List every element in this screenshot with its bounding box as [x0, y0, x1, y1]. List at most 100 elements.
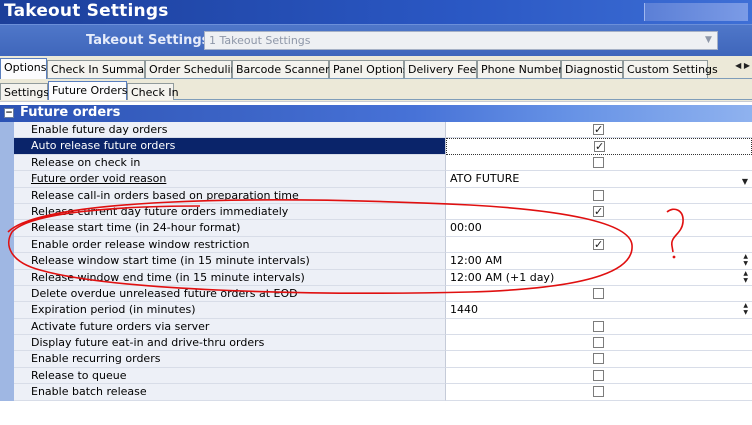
settings-selector-combo[interactable]: 1 Takeout Settings ▼: [204, 31, 718, 50]
property-row[interactable]: Enable future day orders: [0, 122, 752, 139]
property-value[interactable]: [446, 367, 752, 385]
property-row[interactable]: Release on check in: [0, 154, 752, 172]
row-gutter: [0, 285, 14, 303]
checkbox-unchecked[interactable]: [593, 353, 604, 365]
property-value[interactable]: [446, 203, 752, 221]
property-value[interactable]: 12:00 AM ▲ ▼: [446, 253, 752, 270]
property-label[interactable]: Release call-in orders based on preparat…: [14, 187, 446, 204]
property-label-text: Activate future orders via server: [31, 319, 210, 333]
property-row[interactable]: Enable recurring orders: [0, 351, 752, 368]
property-value[interactable]: ATO FUTURE ▼: [446, 171, 752, 188]
property-label-text: Delete overdue unreleased future orders …: [31, 286, 298, 300]
tab-check-in-summary[interactable]: Check In Summary: [47, 60, 155, 78]
subtab-future-orders[interactable]: Future Orders: [48, 81, 128, 100]
property-label[interactable]: Enable order release window restriction: [14, 236, 446, 254]
row-gutter: [0, 220, 14, 237]
property-label[interactable]: Enable batch release: [14, 384, 446, 401]
group-header[interactable]: − Future orders: [0, 105, 752, 122]
property-label[interactable]: Release start time (in 24-hour format): [14, 220, 446, 237]
tab-panel-options[interactable]: Panel Options: [329, 60, 409, 78]
row-gutter: [0, 302, 14, 319]
property-row[interactable]: Activate future orders via server: [0, 318, 752, 336]
property-row[interactable]: Release to queue: [0, 367, 752, 385]
row-gutter: [0, 154, 14, 172]
property-row[interactable]: Future order void reason ATO FUTURE ▼: [0, 171, 752, 188]
property-label[interactable]: Release window end time (in 15 minute in…: [14, 269, 446, 286]
checkbox-checked[interactable]: [593, 204, 604, 219]
subtab-settings[interactable]: Settings: [0, 83, 49, 100]
tab-scroll-arrows-icon[interactable]: ◀ ▶: [735, 61, 750, 70]
settings-selector-value: 1 Takeout Settings: [209, 34, 311, 47]
property-row[interactable]: Release window end time (in 15 minute in…: [0, 269, 752, 286]
property-value[interactable]: [446, 154, 752, 172]
property-row[interactable]: Release window start time (in 15 minute …: [0, 253, 752, 270]
property-label[interactable]: Display future eat-in and drive-thru ord…: [14, 335, 446, 352]
property-row[interactable]: Delete overdue unreleased future orders …: [0, 285, 752, 303]
property-row[interactable]: Display future eat-in and drive-thru ord…: [0, 335, 752, 352]
property-row[interactable]: Expiration period (in minutes) 1440 ▲ ▼: [0, 302, 752, 319]
checkbox-checked[interactable]: [593, 122, 604, 137]
property-label[interactable]: Release current day future orders immedi…: [14, 203, 446, 221]
property-row[interactable]: Enable order release window restriction: [0, 236, 752, 254]
checkbox-unchecked[interactable]: [593, 320, 604, 332]
property-label[interactable]: Future order void reason: [14, 171, 446, 188]
property-value[interactable]: 12:00 AM (+1 day) ▲ ▼: [446, 269, 752, 286]
checkbox-unchecked[interactable]: [593, 386, 604, 398]
checkbox-unchecked[interactable]: [593, 287, 604, 299]
property-value[interactable]: [446, 351, 752, 368]
property-value[interactable]: 00:00: [446, 220, 752, 237]
property-label-text: Release window start time (in 15 minute …: [31, 254, 310, 268]
subtab-check-in[interactable]: Check In: [127, 83, 179, 100]
property-label[interactable]: Release window start time (in 15 minute …: [14, 253, 446, 270]
row-gutter: [0, 318, 14, 336]
tab-phone-numbers[interactable]: Phone Numbers: [477, 60, 569, 78]
property-label[interactable]: Auto release future orders: [14, 138, 446, 155]
property-label[interactable]: Enable recurring orders: [14, 351, 446, 368]
property-row[interactable]: Auto release future orders: [0, 138, 752, 155]
checkbox-unchecked[interactable]: [593, 156, 604, 168]
checkbox-checked[interactable]: [594, 139, 605, 154]
property-label-text: Expiration period (in minutes): [31, 303, 196, 317]
property-value[interactable]: 1440 ▲ ▼: [446, 302, 752, 319]
tab-barcode-scanners[interactable]: Barcode Scanners: [232, 60, 335, 78]
property-value[interactable]: [446, 138, 752, 155]
tab-custom-settings[interactable]: Custom Settings: [623, 60, 718, 78]
checkbox-checked[interactable]: [593, 237, 604, 252]
row-gutter: [0, 171, 14, 188]
property-value-text: 12:00 AM (+1 day): [450, 270, 555, 284]
property-row[interactable]: Release call-in orders based on preparat…: [0, 187, 752, 204]
primary-tab-strip: ◀ ▶ Options Check In Summary Order Schedul…: [0, 58, 752, 79]
property-value[interactable]: [446, 335, 752, 352]
tab-delivery-fees[interactable]: Delivery Fees: [404, 60, 482, 78]
checkbox-unchecked[interactable]: [593, 189, 604, 201]
property-value[interactable]: [446, 122, 752, 139]
row-gutter: [0, 203, 14, 221]
property-value[interactable]: [446, 236, 752, 254]
spin-buttons-icon[interactable]: ▲ ▼: [743, 302, 748, 316]
property-row[interactable]: Release start time (in 24-hour format) 00…: [0, 220, 752, 237]
property-label[interactable]: Expiration period (in minutes): [14, 302, 446, 319]
property-label-text: Future order void reason: [31, 172, 167, 186]
property-value[interactable]: [446, 318, 752, 336]
tab-options[interactable]: Options: [0, 58, 47, 79]
row-gutter: [0, 122, 14, 139]
property-value[interactable]: [446, 187, 752, 204]
property-value[interactable]: [446, 285, 752, 303]
spin-buttons-icon[interactable]: ▲ ▼: [743, 270, 748, 284]
property-label[interactable]: Delete overdue unreleased future orders …: [14, 285, 446, 303]
spin-buttons-icon[interactable]: ▲ ▼: [743, 253, 748, 267]
property-row[interactable]: Release current day future orders immedi…: [0, 203, 752, 221]
chevron-down-icon[interactable]: ▼: [702, 34, 715, 47]
property-row[interactable]: Enable batch release: [0, 384, 752, 401]
checkbox-unchecked[interactable]: [593, 369, 604, 381]
property-label[interactable]: Release to queue: [14, 367, 446, 385]
property-label[interactable]: Enable future day orders: [14, 122, 446, 139]
row-gutter: [0, 187, 14, 204]
checkbox-unchecked[interactable]: [593, 337, 604, 349]
tab-order-scheduling[interactable]: Order Scheduling: [145, 60, 245, 78]
property-value[interactable]: [446, 384, 752, 401]
property-label[interactable]: Activate future orders via server: [14, 318, 446, 336]
property-label[interactable]: Release on check in: [14, 154, 446, 172]
collapse-icon[interactable]: −: [4, 108, 14, 118]
tab-diagnostics[interactable]: Diagnostics: [561, 60, 629, 78]
